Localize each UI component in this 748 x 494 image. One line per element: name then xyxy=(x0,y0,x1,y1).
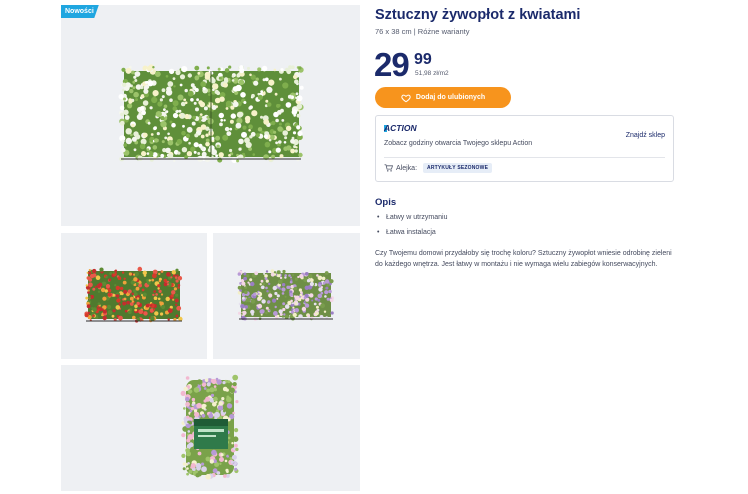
action-logo: ACTION xyxy=(384,123,417,133)
store-hours-link[interactable]: Zobacz godziny otwarcia Twojego sklepu A… xyxy=(384,140,532,147)
product-image-red-variant[interactable] xyxy=(61,233,207,359)
heart-icon xyxy=(401,94,411,102)
feature-list: Łatwy w utrzymaniu Łatwa instalacja xyxy=(375,212,447,242)
description-heading: Opis xyxy=(375,197,397,208)
favorites-label: Dodaj do ulubionych xyxy=(415,94,486,101)
product-image-packaging[interactable] xyxy=(61,365,360,491)
store-divider xyxy=(384,157,665,158)
feature-item: Łatwa instalacja xyxy=(375,227,447,242)
hedge-package-image xyxy=(180,374,239,480)
price-cents: 99 xyxy=(414,51,432,68)
description-text: Czy Twojemu domowi przydałoby się trochę… xyxy=(375,250,672,268)
hedge-red-image xyxy=(84,266,183,323)
aisle-row: Alejka: ARTYKUŁY SEZONOWE xyxy=(384,163,493,173)
product-image-purple-variant[interactable] xyxy=(213,233,360,359)
new-badge: Nowości xyxy=(61,5,99,18)
hedge-purple-image xyxy=(237,269,334,321)
cart-icon xyxy=(384,164,393,172)
store-info-box: ACTION Zobacz godziny otwarcia Twojego s… xyxy=(375,115,674,182)
hedge-white-image xyxy=(118,64,304,164)
product-title: Sztuczny żywopłot z kwiatami xyxy=(375,7,581,23)
feature-item: Łatwy w utrzymaniu xyxy=(375,212,447,227)
product-image-main[interactable] xyxy=(61,5,360,226)
unit-price: 51,98 zł/m2 xyxy=(415,70,449,77)
aisle-tag: ARTYKUŁY SEZONOWE xyxy=(423,163,493,173)
price-main: 29 xyxy=(374,46,410,83)
product-subtitle: 76 x 38 cm | Różne warianty xyxy=(375,27,470,36)
aisle-label: Alejka: xyxy=(396,164,418,172)
find-store-link[interactable]: Znajdź sklep xyxy=(626,132,665,139)
add-to-favorites-button[interactable]: Dodaj do ulubionych xyxy=(375,87,511,108)
